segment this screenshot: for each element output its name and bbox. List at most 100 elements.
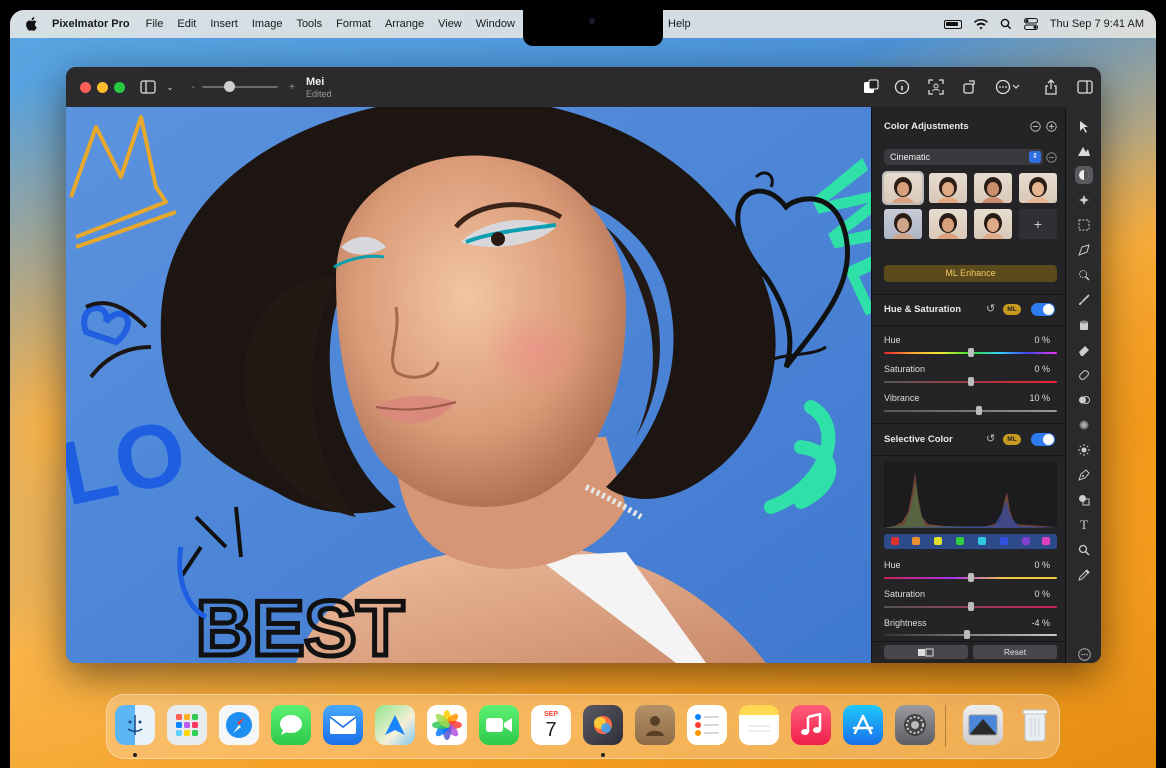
type-tool-icon[interactable]: T <box>1075 516 1093 534</box>
menu-help[interactable]: Help <box>668 18 691 30</box>
menu-tools[interactable]: Tools <box>296 18 322 30</box>
search-icon[interactable] <box>1000 18 1012 30</box>
cyan-swatch[interactable] <box>978 537 986 545</box>
sel-brightness-value[interactable]: -4 % <box>1031 618 1050 628</box>
eyedropper-icon[interactable] <box>1075 566 1093 584</box>
info-icon[interactable] <box>893 78 911 96</box>
paint-selection-icon[interactable] <box>1075 241 1093 259</box>
menu-image[interactable]: Image <box>252 18 283 30</box>
yellow-swatch[interactable] <box>934 537 942 545</box>
pen-icon[interactable] <box>1075 466 1093 484</box>
shapes-icon[interactable] <box>1075 491 1093 509</box>
clock[interactable]: Thu Sep 7 9:41 AM <box>1050 18 1144 30</box>
music-icon[interactable] <box>791 705 831 745</box>
battery-icon[interactable] <box>943 19 962 29</box>
add-adjustment-icon[interactable] <box>1046 121 1057 132</box>
menu-format[interactable]: Format <box>336 18 371 30</box>
collapse-all-icon[interactable] <box>1030 121 1041 132</box>
minimize-button[interactable] <box>97 82 108 93</box>
menu-arrange[interactable]: Arrange <box>385 18 424 30</box>
sidebar-toggle-icon[interactable] <box>139 78 157 96</box>
eraser-icon[interactable] <box>1075 341 1093 359</box>
reminders-icon[interactable] <box>687 705 727 745</box>
share-icon[interactable] <box>1042 78 1060 96</box>
more-options-icon[interactable] <box>994 78 1022 96</box>
close-button[interactable] <box>80 82 91 93</box>
zoom-button[interactable] <box>114 82 125 93</box>
hue-saturation-toggle[interactable] <box>1031 303 1055 316</box>
arrange-tool-icon[interactable] <box>1075 117 1093 135</box>
preset-thumbnail[interactable] <box>929 209 967 239</box>
vibrance-slider-knob[interactable] <box>976 406 983 415</box>
quick-selection-icon[interactable] <box>1075 266 1093 284</box>
system-settings-icon[interactable] <box>895 705 935 745</box>
ml-chip[interactable]: ML <box>1003 304 1021 315</box>
menu-insert[interactable]: Insert <box>210 18 238 30</box>
sel-brightness-slider[interactable] <box>884 634 1057 636</box>
control-center-icon[interactable] <box>1023 18 1038 30</box>
selection-icon[interactable] <box>927 78 945 96</box>
app-menu[interactable]: Pixelmator Pro <box>52 18 130 30</box>
apple-icon[interactable] <box>24 17 38 31</box>
zoom-in-icon[interactable]: + <box>283 78 301 96</box>
ml-enhance-button[interactable]: ML Enhance <box>884 265 1057 282</box>
downloads-stack-icon[interactable] <box>963 705 1003 745</box>
preset-select[interactable]: Cinematic ⇕ <box>884 149 1043 165</box>
sel-brightness-slider-knob[interactable] <box>964 630 971 639</box>
finder-icon[interactable] <box>115 705 155 745</box>
preset-remove-icon[interactable] <box>1046 152 1057 163</box>
sel-hue-value[interactable]: 0 % <box>1034 560 1050 570</box>
color-adjust-tool-icon[interactable] <box>1075 166 1093 184</box>
reset-icon[interactable]: ↺ <box>986 302 995 315</box>
selective-color-title[interactable]: Selective Color <box>884 434 953 445</box>
mail-icon[interactable] <box>323 705 363 745</box>
hue-value[interactable]: 0 % <box>1034 335 1050 345</box>
sel-saturation-value[interactable]: 0 % <box>1034 589 1050 599</box>
add-preset-button[interactable]: + <box>1019 209 1057 239</box>
contacts-icon[interactable] <box>635 705 675 745</box>
clone-icon[interactable] <box>1075 391 1093 409</box>
safari-icon[interactable] <box>219 705 259 745</box>
vibrance-slider[interactable] <box>884 410 1057 412</box>
saturation-value[interactable]: 0 % <box>1034 364 1050 374</box>
calendar-icon[interactable]: SEP 7 <box>531 705 571 745</box>
format-icon[interactable] <box>862 78 880 96</box>
purple-swatch[interactable] <box>1022 537 1030 545</box>
hue-slider-knob[interactable] <box>967 348 974 357</box>
preset-thumbnail[interactable] <box>884 209 922 239</box>
saturation-slider-knob[interactable] <box>967 377 974 386</box>
orange-swatch[interactable] <box>912 537 920 545</box>
effects-tool-icon[interactable] <box>1075 191 1093 209</box>
red-swatch[interactable] <box>891 537 899 545</box>
app-store-icon[interactable] <box>843 705 883 745</box>
menu-file[interactable]: File <box>146 18 164 30</box>
menu-window[interactable]: Window <box>476 18 515 30</box>
zoom-out-icon[interactable]: - <box>184 78 202 96</box>
messages-icon[interactable] <box>271 705 311 745</box>
fill-icon[interactable] <box>1075 316 1093 334</box>
wifi-icon[interactable] <box>973 18 988 30</box>
sel-saturation-slider-knob[interactable] <box>967 602 974 611</box>
preset-thumbnail[interactable] <box>929 173 967 203</box>
zoom-tool-icon[interactable] <box>1075 541 1093 559</box>
select-tool-icon[interactable] <box>1075 216 1093 234</box>
zoom-slider-knob[interactable] <box>224 81 235 92</box>
trash-icon[interactable] <box>1015 705 1055 745</box>
menu-view[interactable]: View <box>438 18 462 30</box>
notes-icon[interactable] <box>739 705 779 745</box>
magenta-swatch[interactable] <box>1042 537 1050 545</box>
pixelmator-icon[interactable] <box>583 705 623 745</box>
green-swatch[interactable] <box>956 537 964 545</box>
preset-thumbnail[interactable] <box>974 209 1012 239</box>
menu-edit[interactable]: Edit <box>177 18 196 30</box>
hue-saturation-title[interactable]: Hue & Saturation <box>884 304 961 315</box>
photos-icon[interactable] <box>427 705 467 745</box>
maps-icon[interactable] <box>375 705 415 745</box>
preset-thumbnail[interactable] <box>882 171 924 205</box>
facetime-icon[interactable] <box>479 705 519 745</box>
selective-color-toggle[interactable] <box>1031 433 1055 446</box>
light-icon[interactable] <box>1075 441 1093 459</box>
brush-icon[interactable] <box>1075 291 1093 309</box>
zoom-slider-track[interactable] <box>202 86 278 88</box>
launchpad-icon[interactable] <box>167 705 207 745</box>
